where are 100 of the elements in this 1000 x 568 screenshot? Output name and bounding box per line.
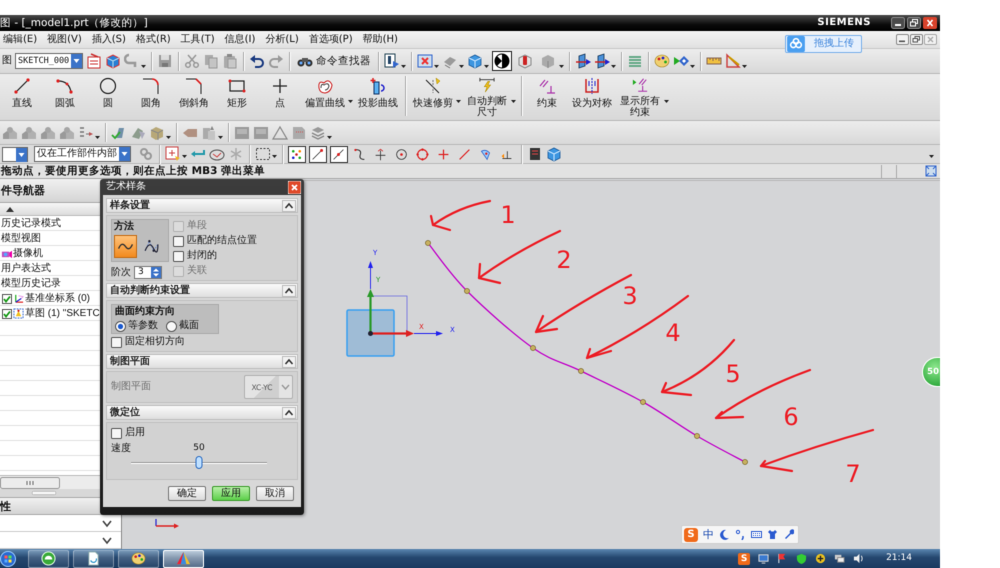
half-shaded-circle-icon[interactable] xyxy=(492,51,512,71)
minimize-icon[interactable] xyxy=(896,34,909,45)
point-marker-icon[interactable] xyxy=(742,459,748,465)
triangle-icon[interactable] xyxy=(272,124,288,140)
sketch-tool-button[interactable]: 圆 xyxy=(88,76,128,118)
taskbar-button[interactable] xyxy=(28,550,69,568)
dropdown-arrow-icon[interactable] xyxy=(742,65,748,68)
pin-icon[interactable] xyxy=(783,529,794,540)
dropdown-arrow-icon[interactable] xyxy=(611,65,616,68)
menu-item[interactable]: 插入(S) xyxy=(90,33,127,46)
sketch-tool-button[interactable]: 设为对称 xyxy=(570,76,614,118)
frame-icon[interactable] xyxy=(925,165,937,177)
start-orb-icon[interactable] xyxy=(0,550,16,566)
radio-label[interactable]: 等参数 xyxy=(128,320,158,332)
section-header[interactable]: 样条设置 xyxy=(106,198,298,213)
restore-icon[interactable] xyxy=(907,17,921,29)
sheet-icon[interactable] xyxy=(86,53,102,69)
checkbox[interactable] xyxy=(111,336,122,348)
menu-item[interactable]: 编辑(E) xyxy=(2,33,38,46)
sketch-tool-button[interactable]: 点 xyxy=(260,76,300,118)
dropdown-arrow-icon[interactable] xyxy=(456,100,461,103)
tree-item[interactable]: 历史记录模式 xyxy=(1,217,61,230)
sketch-tool-button[interactable]: 快速修剪 xyxy=(411,76,455,118)
checkbox[interactable] xyxy=(173,236,184,246)
shirt-icon[interactable] xyxy=(767,529,778,540)
taskbar-button[interactable] xyxy=(163,550,204,568)
radio-label[interactable]: 截面 xyxy=(179,320,199,332)
dropdown-arrow-icon[interactable] xyxy=(166,136,171,139)
dialog-button[interactable]: 确定 xyxy=(168,486,206,501)
sketch-tool-button[interactable]: 直线 xyxy=(2,76,42,118)
menu-item[interactable]: 首选项(P) xyxy=(308,33,354,46)
wave-curve-icon[interactable] xyxy=(114,235,137,258)
point-marker-icon[interactable] xyxy=(464,288,470,294)
punctuation-icon[interactable] xyxy=(735,529,746,540)
dropdown-arrow-icon[interactable] xyxy=(434,65,440,68)
menu-item[interactable]: 分析(L) xyxy=(264,33,300,46)
two-windows-icon[interactable] xyxy=(834,553,846,564)
dropdown-arrow-icon[interactable] xyxy=(327,136,332,139)
tree-item[interactable]: 草图 (1) "SKETC xyxy=(25,307,100,320)
point-marker-icon[interactable] xyxy=(425,240,431,246)
shield-icon[interactable] xyxy=(796,553,808,564)
spline-curve[interactable] xyxy=(427,242,746,463)
tree-item[interactable]: 摄像机 xyxy=(13,247,43,260)
monitor-icon[interactable] xyxy=(758,553,770,564)
plane-arrow-icon[interactable] xyxy=(575,53,592,69)
command-finder-button[interactable]: 命令查找器 xyxy=(295,51,374,71)
keyboard-icon[interactable] xyxy=(751,529,762,540)
checkbox-label[interactable]: 启用 xyxy=(125,427,145,439)
sketch-tool-button[interactable]: 圆弧 xyxy=(45,76,85,118)
scrollbar-thumb[interactable] xyxy=(0,476,60,488)
checkbox-label[interactable]: 固定相切方向 xyxy=(125,336,185,348)
sketch-tool-button[interactable]: 约束 xyxy=(527,76,567,118)
line-midpoint-icon[interactable] xyxy=(330,146,348,162)
speaker-icon[interactable] xyxy=(853,553,864,564)
sketch-tool-button[interactable]: 投影曲线 xyxy=(356,76,400,118)
point-marker-icon[interactable] xyxy=(640,399,646,405)
point-marker-icon[interactable] xyxy=(694,433,700,439)
sketch-name-dropdown[interactable]: SKETCH_000 xyxy=(15,53,84,69)
checkbox-label[interactable]: 匹配的结点位置 xyxy=(187,235,257,247)
dialog-button[interactable]: 取消 xyxy=(256,486,294,501)
sketch-tool-button[interactable]: 矩形 xyxy=(217,76,257,118)
tree-item[interactable]: 用户表达式 xyxy=(1,262,51,275)
cube-icon[interactable] xyxy=(105,53,122,69)
radio-button[interactable] xyxy=(115,320,126,332)
tree-item[interactable]: 基准坐标系 (0) xyxy=(25,292,90,305)
minimize-icon[interactable] xyxy=(891,17,905,29)
dashed-rect-icon[interactable] xyxy=(255,146,271,162)
dot-grid-icon[interactable] xyxy=(288,146,306,162)
line-endpoint-icon[interactable] xyxy=(309,146,327,162)
notepad-icon[interactable] xyxy=(527,146,543,162)
radio-button[interactable] xyxy=(166,320,177,332)
dropdown-arrow-icon[interactable] xyxy=(401,65,406,68)
sketch-tool-button[interactable]: 偏置曲线 xyxy=(303,76,347,118)
cube-icon[interactable] xyxy=(546,146,562,162)
sketch-tool-button[interactable]: 显示所有约束 xyxy=(617,76,663,118)
paste-icon[interactable] xyxy=(222,53,238,69)
checkbox-label[interactable]: 封闭的 xyxy=(187,250,217,262)
dropdown-arrow-icon[interactable] xyxy=(95,136,100,139)
filter-dropdown[interactable] xyxy=(2,146,28,162)
degree-spinner[interactable]: 3 xyxy=(134,266,162,279)
menu-item[interactable]: 格式(R) xyxy=(134,33,172,46)
taskbar-button[interactable] xyxy=(118,550,159,568)
splitter-grip-icon[interactable] xyxy=(32,491,56,495)
apply-button[interactable]: 应用 xyxy=(212,486,250,501)
dropdown-arrow-icon[interactable] xyxy=(664,100,669,103)
checkbox[interactable] xyxy=(2,308,12,318)
dropdown-arrow-icon[interactable] xyxy=(182,155,187,158)
plane-arrow-icon[interactable] xyxy=(594,53,610,69)
checkbox[interactable] xyxy=(173,250,184,262)
fit-view-icon[interactable] xyxy=(417,53,434,69)
tree-item[interactable]: 模型历史记录 xyxy=(1,277,61,290)
undo-icon[interactable] xyxy=(249,53,266,69)
dropdown-arrow-icon[interactable] xyxy=(511,100,516,103)
ime-mode-toggle[interactable]: 中 xyxy=(703,528,714,541)
menu-item[interactable]: 信息(I) xyxy=(224,33,256,46)
slider-thumb[interactable] xyxy=(196,456,202,469)
dropdown-arrow-icon[interactable] xyxy=(272,155,277,158)
info-window-icon[interactable] xyxy=(384,53,400,69)
palette-icon[interactable] xyxy=(654,53,670,69)
plus-circle-icon[interactable] xyxy=(815,553,826,564)
